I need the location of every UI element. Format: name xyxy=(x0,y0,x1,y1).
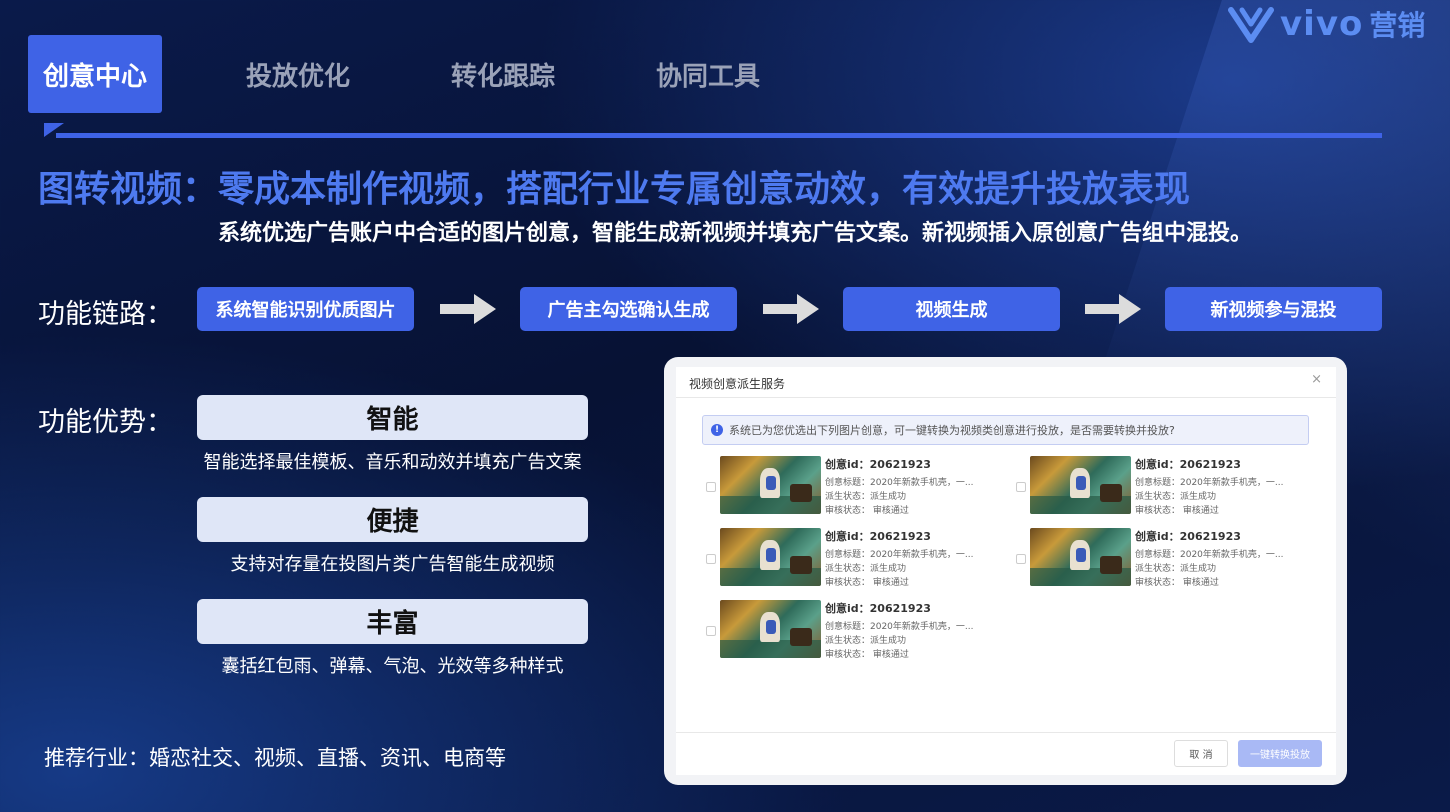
arrow-right-icon xyxy=(440,294,496,324)
creative-item[interactable]: 创意id：20621923 创意标题：2020年新款手机壳，一... 派生状态：… xyxy=(706,600,996,664)
top-tabs: 创意中心 投放优化 转化跟踪 协同工具 xyxy=(28,35,828,113)
advantage-desc-rich: 囊括红包雨、弹幕、气泡、光效等多种样式 xyxy=(221,656,564,677)
dialog-footer-divider xyxy=(676,732,1336,733)
advantage-desc-convenient: 支持对存量在投图片类广告智能生成视频 xyxy=(230,554,555,575)
flow-step-2: 广告主勾选确认生成 xyxy=(520,287,737,331)
flow-step-4: 新视频参与混投 xyxy=(1165,287,1382,331)
tab-divider xyxy=(56,133,1382,138)
creative-title: 创意标题：2020年新款手机壳，一... xyxy=(825,550,974,560)
derive-status: 派生状态：派生成功 xyxy=(1135,492,1217,502)
tab-creative-center[interactable]: 创意中心 xyxy=(28,35,162,113)
recommended-industries: 推荐行业：婚恋社交、视频、直播、资讯、电商等 xyxy=(44,746,506,770)
advantage-card-smart: 智能 xyxy=(197,395,588,440)
review-status: 审核状态： 审核通过 xyxy=(825,506,909,516)
derive-status: 派生状态：派生成功 xyxy=(825,636,907,646)
tab-delivery-optimization[interactable]: 投放优化 xyxy=(228,35,368,113)
derive-status: 派生状态：派生成功 xyxy=(825,564,907,574)
creative-thumbnail xyxy=(720,456,821,514)
item-checkbox[interactable] xyxy=(1016,554,1026,564)
creative-item[interactable]: 创意id：20621923 创意标题：2020年新款手机壳，一... 派生状态：… xyxy=(1016,528,1306,592)
item-checkbox[interactable] xyxy=(706,482,716,492)
creative-title: 创意标题：2020年新款手机壳，一... xyxy=(1135,478,1284,488)
creative-item[interactable]: 创意id：20621923 创意标题：2020年新款手机壳，一... 派生状态：… xyxy=(1016,456,1306,520)
creative-id: 创意id：20621923 xyxy=(825,530,931,543)
creative-item[interactable]: 创意id：20621923 创意标题：2020年新款手机壳，一... 派生状态：… xyxy=(706,528,996,592)
vivo-v-icon xyxy=(1228,7,1274,43)
creative-thumbnail xyxy=(720,528,821,586)
review-status: 审核状态： 审核通过 xyxy=(1135,578,1219,588)
review-status: 审核状态： 审核通过 xyxy=(1135,506,1219,516)
dialog-title: 视频创意派生服务 xyxy=(689,377,786,391)
page-subheadline: 系统优选广告账户中合适的图片创意，智能生成新视频并填充广告文案。新视频插入原创意… xyxy=(218,221,1253,246)
creative-title: 创意标题：2020年新款手机壳，一... xyxy=(1135,550,1284,560)
creative-title: 创意标题：2020年新款手机壳，一... xyxy=(825,622,974,632)
page-headline: 图转视频：零成本制作视频，搭配行业专属创意动效，有效提升投放表现 xyxy=(38,169,1191,210)
flow-label: 功能链路： xyxy=(38,299,173,330)
creative-thumbnail xyxy=(1030,456,1131,514)
cancel-button[interactable]: 取 消 xyxy=(1174,740,1228,767)
derive-status: 派生状态：派生成功 xyxy=(1135,564,1217,574)
creative-id: 创意id：20621923 xyxy=(1135,530,1241,543)
review-status: 审核状态： 审核通过 xyxy=(825,650,909,660)
derive-status: 派生状态：派生成功 xyxy=(825,492,907,502)
vivo-logo: vivo 营销 xyxy=(1228,4,1425,44)
close-icon[interactable]: × xyxy=(1311,372,1322,387)
dialog-notice: ! 系统已为您优选出下列图片创意，可一键转换为视频类创意进行投放，是否需要转换并… xyxy=(702,415,1309,445)
item-checkbox[interactable] xyxy=(706,554,716,564)
advantages-label: 功能优势： xyxy=(38,407,173,438)
notice-text: 系统已为您优选出下列图片创意，可一键转换为视频类创意进行投放，是否需要转换并投放… xyxy=(729,424,1175,437)
info-icon: ! xyxy=(711,424,723,436)
brand-name: vivo xyxy=(1280,4,1364,44)
creative-item[interactable]: 创意id：20621923 创意标题：2020年新款手机壳，一... 派生状态：… xyxy=(706,456,996,520)
video-derive-dialog: 视频创意派生服务 × ! 系统已为您优选出下列图片创意，可一键转换为视频类创意进… xyxy=(676,367,1336,775)
arrow-right-icon xyxy=(1085,294,1141,324)
creative-id: 创意id：20621923 xyxy=(825,458,931,471)
tab-collaboration-tools[interactable]: 协同工具 xyxy=(638,35,778,113)
advantage-desc-smart: 智能选择最佳模板、音乐和动效并填充广告文案 xyxy=(203,452,582,473)
flow-step-1: 系统智能识别优质图片 xyxy=(197,287,414,331)
item-checkbox[interactable] xyxy=(1016,482,1026,492)
flow-step-3: 视频生成 xyxy=(843,287,1060,331)
review-status: 审核状态： 审核通过 xyxy=(825,578,909,588)
advantage-card-rich: 丰富 xyxy=(197,599,588,644)
creative-title: 创意标题：2020年新款手机壳，一... xyxy=(825,478,974,488)
creative-id: 创意id：20621923 xyxy=(825,602,931,615)
creative-thumbnail xyxy=(1030,528,1131,586)
creative-thumbnail xyxy=(720,600,821,658)
arrow-right-icon xyxy=(763,294,819,324)
advantage-card-convenient: 便捷 xyxy=(197,497,588,542)
creative-id: 创意id：20621923 xyxy=(1135,458,1241,471)
tab-conversion-tracking[interactable]: 转化跟踪 xyxy=(433,35,573,113)
item-checkbox[interactable] xyxy=(706,626,716,636)
brand-suffix: 营销 xyxy=(1369,9,1426,42)
convert-and-deliver-button[interactable]: 一键转换投放 xyxy=(1238,740,1322,767)
dialog-header-divider xyxy=(676,397,1336,398)
